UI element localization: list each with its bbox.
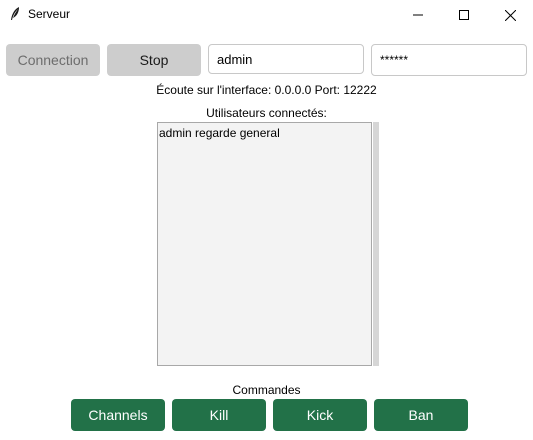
username-field[interactable]: admin bbox=[208, 44, 364, 74]
maximize-button[interactable] bbox=[441, 0, 487, 30]
users-list-scrollbar[interactable] bbox=[373, 122, 379, 366]
kill-button[interactable]: Kill bbox=[172, 399, 266, 431]
connected-users-list[interactable]: admin regarde general bbox=[157, 122, 372, 366]
minimize-icon bbox=[413, 14, 423, 16]
channels-button[interactable]: Channels bbox=[71, 399, 165, 431]
ban-button[interactable]: Ban bbox=[374, 399, 468, 431]
feather-icon bbox=[9, 6, 21, 22]
stop-button[interactable]: Stop bbox=[107, 44, 201, 76]
minimize-button[interactable] bbox=[395, 0, 441, 30]
password-field[interactable]: ****** bbox=[371, 44, 527, 76]
maximize-icon bbox=[459, 10, 469, 20]
window-title: Serveur bbox=[28, 7, 71, 21]
server-window: Serveur Connection Stop admin ****** Éco… bbox=[0, 0, 533, 440]
listening-status: Écoute sur l'interface: 0.0.0.0 Port: 12… bbox=[156, 83, 377, 97]
connection-button[interactable]: Connection bbox=[6, 44, 100, 76]
connected-users-label: Utilisateurs connectés: bbox=[206, 106, 327, 120]
commands-label: Commandes bbox=[232, 383, 301, 397]
close-icon bbox=[504, 9, 516, 21]
kick-button[interactable]: Kick bbox=[273, 399, 367, 431]
title-bar[interactable]: Serveur bbox=[0, 0, 533, 30]
close-button[interactable] bbox=[487, 0, 533, 30]
list-item[interactable]: admin regarde general bbox=[159, 126, 280, 140]
